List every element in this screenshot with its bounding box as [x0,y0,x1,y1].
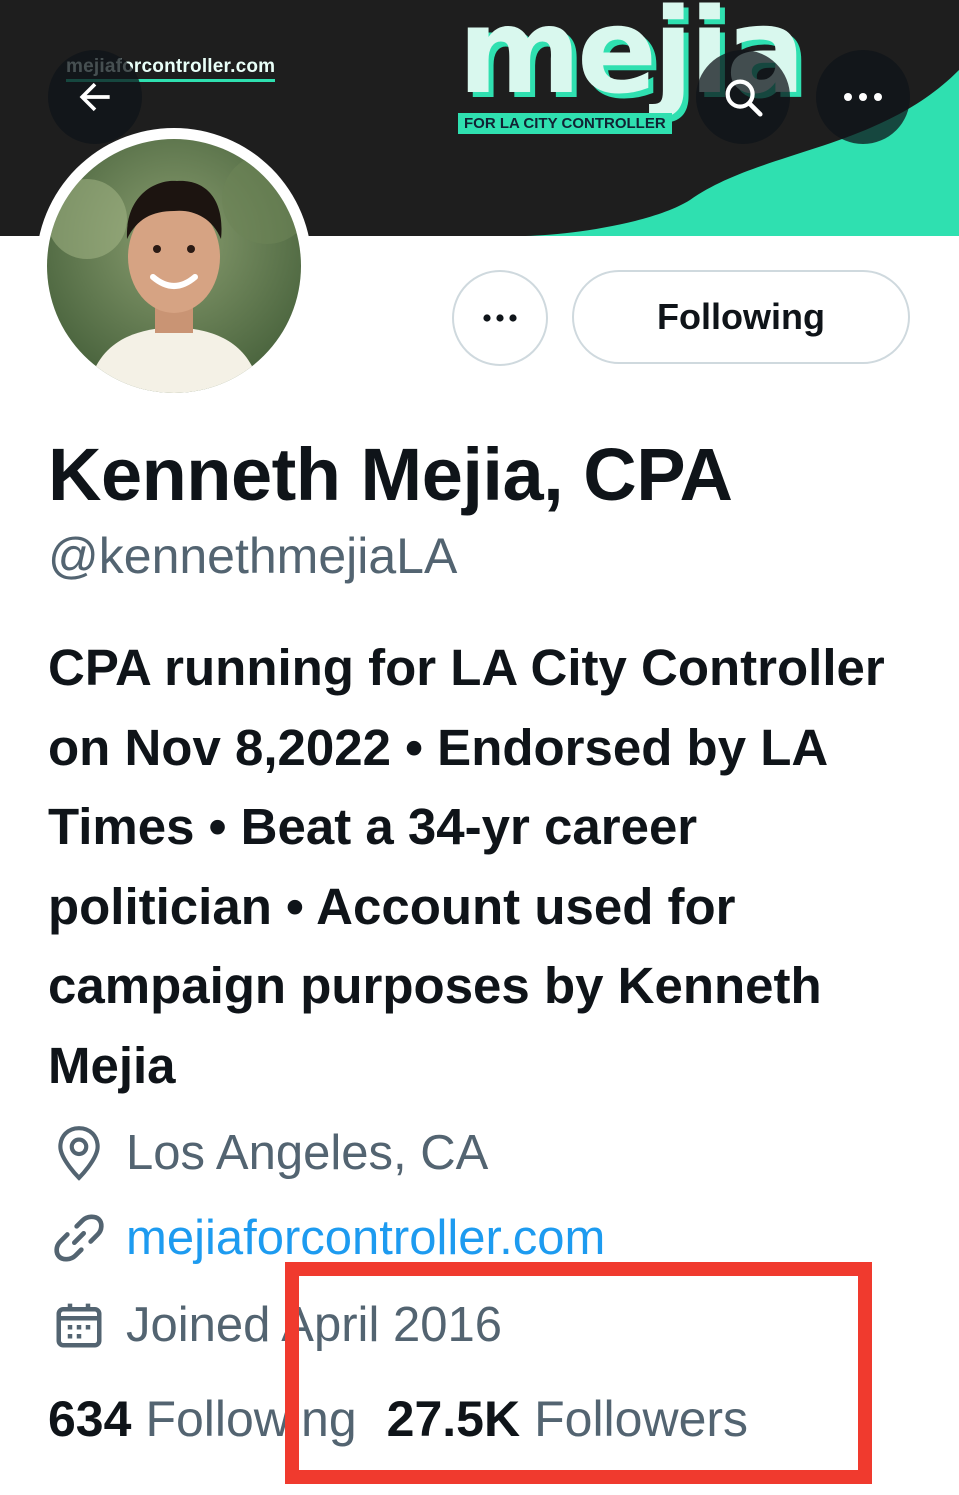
avatar[interactable] [47,139,301,393]
banner-logo-tagline: FOR LA CITY CONTROLLER [458,113,672,134]
profile-name: Kenneth Mejia, CPA [48,433,733,516]
website-link[interactable]: mejiaforcontroller.com [126,1210,605,1266]
location-pin-icon [48,1122,110,1184]
profile-handle: @kennethmejiaLA [48,528,458,584]
annotation-highlight-box [285,1262,872,1484]
avatar-photo [47,139,301,393]
link-icon [48,1207,110,1269]
more-horizontal-icon [483,314,517,322]
location-text: Los Angeles, CA [126,1126,489,1180]
calendar-icon [48,1294,110,1356]
following-count: 634 [48,1391,132,1447]
more-horizontal-icon [844,93,882,101]
more-options-top-button[interactable] [816,50,910,144]
profile-location: Los Angeles, CA [48,1118,488,1188]
more-options-button[interactable] [452,270,548,366]
arrow-left-icon [79,82,110,112]
back-button[interactable] [48,50,142,144]
search-icon [725,79,763,117]
following-button[interactable]: Following [572,270,910,364]
search-button[interactable] [696,50,790,144]
profile-bio: CPA running for LA City Controller on No… [48,639,885,1094]
